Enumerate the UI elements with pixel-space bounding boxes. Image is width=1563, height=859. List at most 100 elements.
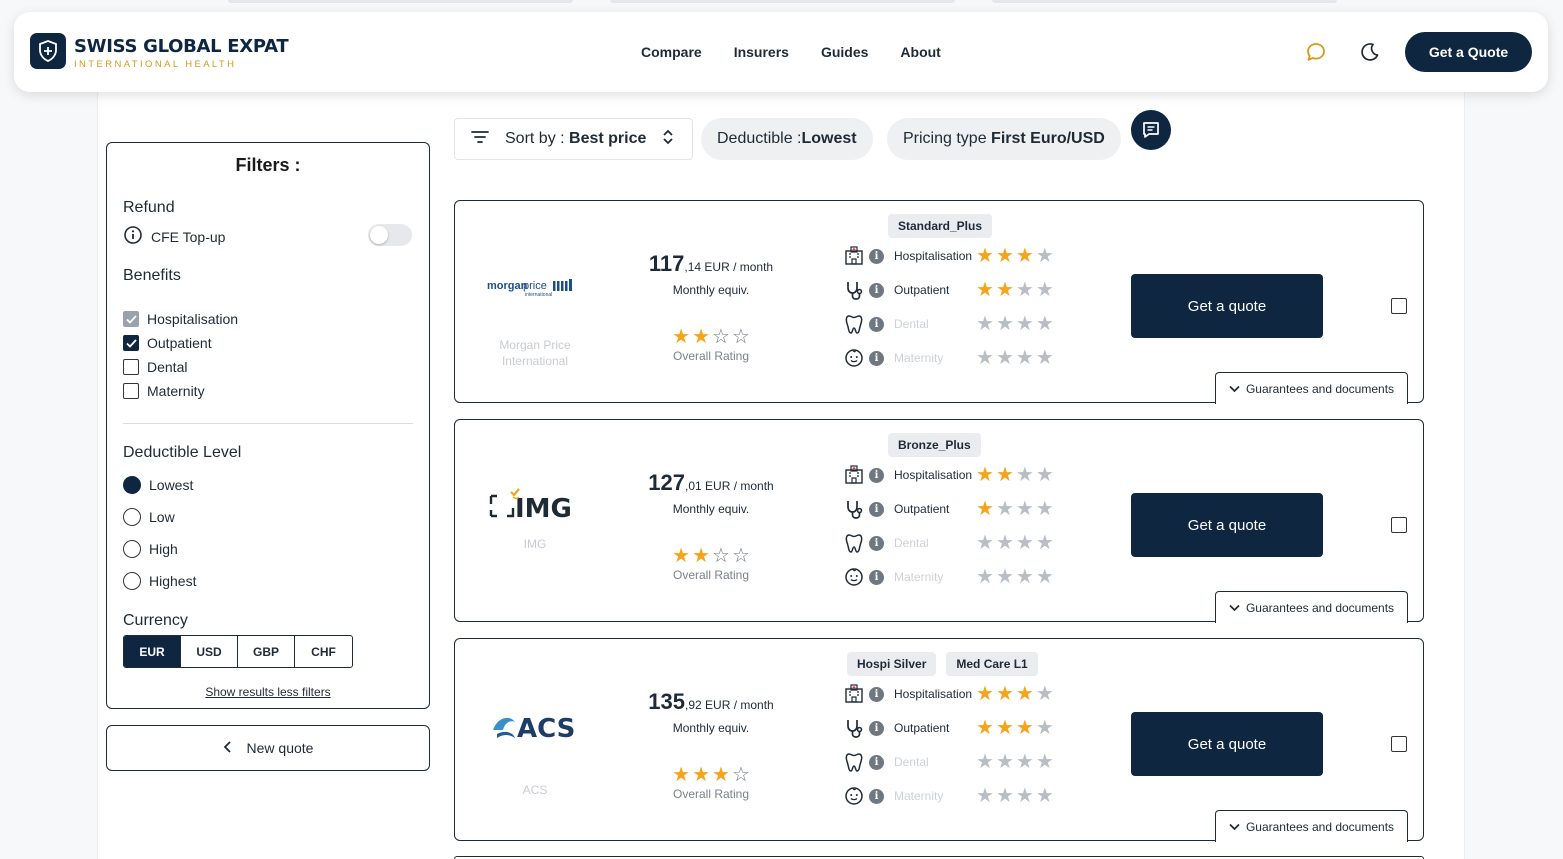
star-filled-icon: ★ (976, 683, 994, 705)
guarantees-label: Guarantees and documents (1245, 381, 1395, 396)
star-empty-icon: ★ (976, 566, 994, 588)
benefit-name: Maternity (894, 351, 944, 365)
show-results-link[interactable]: Show results less filters (107, 685, 429, 699)
checkbox-checked-disabled[interactable] (123, 311, 139, 327)
shield-logo-icon[interactable] (30, 33, 66, 69)
brand-title[interactable]: SWISS GLOBAL EXPAT (74, 36, 289, 57)
deductible-lowest[interactable]: Lowest (123, 476, 193, 494)
benefit-rating-row: i Dental ★ ★ ★ ★ (843, 313, 1054, 335)
get-a-quote-card-button[interactable]: Get a quote (1131, 712, 1323, 776)
nav-about[interactable]: About (900, 44, 940, 60)
currency-gbp[interactable]: GBP (238, 636, 295, 667)
filters-panel: Filters : Refund CFE Top-up Benefits Hos… (106, 142, 430, 709)
star-filled-icon: ★ (995, 717, 1014, 739)
info-icon[interactable]: i (869, 569, 884, 585)
info-icon[interactable]: i (869, 686, 884, 702)
benefit-outpatient[interactable]: Outpatient (123, 335, 212, 351)
nav-insurers[interactable]: Insurers (734, 44, 789, 60)
compare-checkbox[interactable] (1391, 298, 1407, 314)
radio[interactable] (123, 540, 141, 558)
price-block: 117,14 EUR / month Monthly equiv. (625, 251, 797, 297)
get-a-quote-card-button[interactable]: Get a quote (1131, 493, 1323, 557)
benefit-stars: ★ ★ ★ ★ (976, 499, 1054, 519)
benefit-stars: ★ ★ ★ ★ (976, 246, 1054, 266)
chevron-left-icon (223, 740, 233, 757)
info-icon[interactable]: i (869, 282, 884, 298)
benefit-name: Hospitalisation (894, 249, 973, 263)
info-icon[interactable]: i (869, 535, 884, 551)
deductible-pill[interactable]: Deductible : Lowest (701, 118, 873, 160)
plan-card: ACS ACS 135,92 EUR / month Monthly equiv. ★ ★… (454, 638, 1424, 842)
guarantees-documents-button[interactable]: Guarantees and documents (1215, 810, 1408, 842)
get-a-quote-button[interactable]: Get a Quote (1405, 32, 1532, 72)
benefit-maternity[interactable]: Maternity (123, 383, 205, 399)
deductible-prefix: Deductible : (717, 130, 802, 147)
toggle-knob (370, 226, 388, 244)
get-a-quote-card-button[interactable]: Get a quote (1131, 274, 1323, 338)
info-icon[interactable]: i (869, 316, 884, 332)
info-icon[interactable]: i (869, 788, 884, 804)
benefit-stars: ★ ★ ★ ★ (976, 348, 1054, 368)
radio-selected[interactable] (123, 476, 141, 494)
pricing-type-pill[interactable]: Pricing type First Euro/USD (887, 118, 1121, 160)
chat-icon[interactable] (1304, 40, 1328, 64)
info-icon[interactable]: i (869, 720, 884, 736)
guarantees-documents-button[interactable]: Guarantees and documents (1215, 591, 1408, 623)
cfe-topup-toggle[interactable] (368, 224, 412, 246)
star-filled-icon: ★ (976, 464, 994, 486)
page-edge (992, 0, 1337, 3)
nav-guides[interactable]: Guides (821, 44, 868, 60)
radio-label: Highest (149, 573, 197, 589)
moon-icon[interactable] (1358, 40, 1382, 64)
currency-usd[interactable]: USD (181, 636, 238, 667)
star-filled-icon: ★ (672, 764, 691, 786)
radio[interactable] (123, 508, 141, 526)
benefit-dental[interactable]: Dental (123, 359, 187, 375)
currency-chf[interactable]: CHF (295, 636, 352, 667)
deductible-low[interactable]: Low (123, 508, 175, 526)
benefit-label: Hospitalisation (147, 311, 239, 327)
plan-tags: Standard_Plus (888, 214, 993, 238)
info-icon[interactable]: i (869, 501, 884, 517)
benefit-rating-row: i Hospitalisation ★ ★ ★ ★ (843, 683, 1054, 705)
radio[interactable] (123, 572, 141, 590)
message-icon[interactable] (1131, 110, 1171, 150)
compare-checkbox[interactable] (1391, 736, 1407, 752)
checkbox-checked[interactable] (123, 335, 139, 351)
deductible-high[interactable]: High (123, 540, 178, 558)
pricing-value: First Euro/USD (991, 130, 1105, 147)
star-empty-icon: ★ (1035, 347, 1054, 369)
info-icon[interactable]: i (869, 350, 884, 366)
info-icon[interactable]: i (869, 248, 884, 264)
info-icon[interactable]: i (869, 754, 884, 770)
checkbox[interactable] (123, 383, 139, 399)
benefits-heading: Benefits (123, 267, 181, 284)
currency-eur[interactable]: EUR (124, 636, 181, 667)
guarantees-documents-button[interactable]: Guarantees and documents (1215, 372, 1408, 404)
deductible-highest[interactable]: Highest (123, 572, 196, 590)
price-decimal: ,01 (685, 479, 702, 493)
plan-card: IMG IMG 127,01 EUR / month Monthly equiv. ★ ★… (454, 419, 1424, 623)
info-circle-icon[interactable] (123, 225, 143, 248)
baby-face-icon (843, 566, 865, 588)
star-empty-icon: ★ (995, 313, 1014, 335)
checkbox[interactable] (123, 359, 139, 375)
benefit-rating-row: i Outpatient ★ ★ ★ ★ (843, 279, 1054, 301)
sort-dropdown[interactable]: Sort by : Best price (454, 118, 693, 160)
overall-rating-label: Overall Rating (672, 349, 750, 363)
star-empty-icon: ★ (1015, 279, 1034, 301)
new-quote-button[interactable]: New quote (106, 725, 430, 771)
refund-heading: Refund (123, 199, 175, 216)
star-filled-icon: ★ (976, 717, 994, 739)
refund-option-label: CFE Top-up (151, 228, 226, 245)
star-empty-icon: ★ (1035, 313, 1054, 335)
price-integer: 127 (648, 470, 685, 495)
benefit-hospitalisation[interactable]: Hospitalisation (123, 311, 238, 327)
tooth-icon (843, 751, 865, 773)
sort-value: Best price (569, 130, 647, 147)
benefit-name: Outpatient (894, 721, 950, 735)
top-header: SWISS GLOBAL EXPAT INTERNATIONAL HEALTH … (14, 12, 1548, 92)
compare-checkbox[interactable] (1391, 517, 1407, 533)
nav-compare[interactable]: Compare (641, 44, 702, 60)
info-icon[interactable]: i (869, 467, 884, 483)
